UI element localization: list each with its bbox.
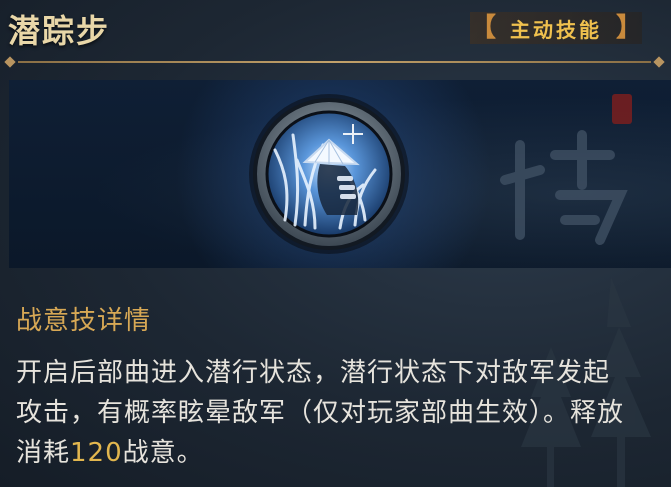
- badge-bracket-left: 【: [470, 13, 497, 43]
- skill-type-label: 主动技能: [510, 17, 602, 42]
- title-divider: [4, 56, 665, 68]
- description-text-end: 战意。: [122, 438, 204, 468]
- skill-detail-panel: 潜踪步 【 主动技能 】 战意技详情 开启后部曲进入潜行状态，潜行状态下对敌军发…: [0, 0, 671, 487]
- skill-type-badge: 【 主动技能 】: [470, 12, 642, 44]
- skill-icon: [249, 94, 409, 254]
- calligraphy-watermark: [500, 130, 628, 245]
- skill-description: 开启后部曲进入潜行状态，潜行状态下对敌军发起攻击，有概率眩晕敌军（仅对玩家部曲生…: [16, 353, 636, 473]
- skill-name: 潜踪步: [8, 12, 111, 50]
- cost-value: 120: [70, 438, 123, 468]
- red-seal-stamp: [612, 94, 632, 124]
- badge-bracket-right: 】: [615, 13, 642, 43]
- section-heading: 战意技详情: [16, 306, 152, 336]
